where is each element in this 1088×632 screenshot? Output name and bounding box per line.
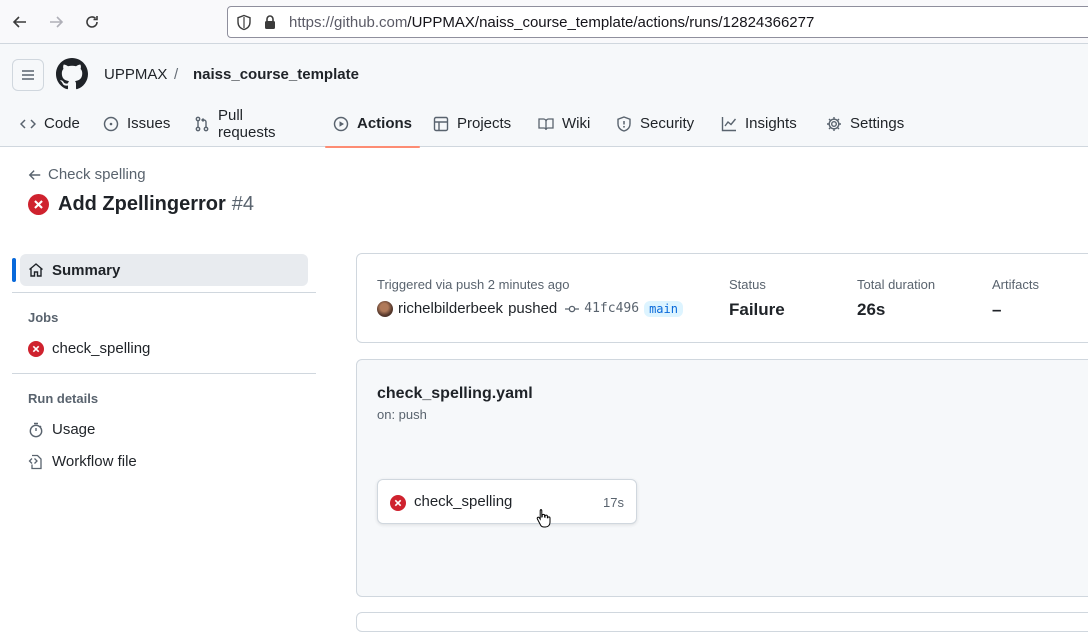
table-icon	[433, 116, 449, 132]
duration-label: Total duration	[857, 277, 936, 292]
sidebar-item-label: check_spelling	[52, 340, 151, 357]
sidebar-item-summary[interactable]: Summary	[20, 254, 308, 286]
hamburger-icon	[22, 70, 34, 80]
browser-toolbar: https://github.com/UPPMAX/naiss_course_t…	[0, 0, 1088, 44]
back-to-workflow-link[interactable]: Check spelling	[28, 166, 146, 183]
tab-label: Issues	[127, 115, 171, 132]
workflow-file-name: check_spelling.yaml	[377, 385, 533, 402]
url-text[interactable]: https://github.com/UPPMAX/naiss_course_t…	[289, 14, 814, 31]
code-icon	[20, 116, 36, 132]
repo-owner-link[interactable]: UPPMAX	[104, 66, 167, 83]
status-value: Failure	[729, 300, 785, 319]
tab-projects[interactable]: Projects	[433, 100, 511, 147]
commit-sha-link[interactable]: 41fc496	[584, 301, 639, 316]
tab-security[interactable]: Security	[616, 100, 694, 147]
sidebar-item-workflow-file[interactable]: Workflow file	[28, 453, 137, 470]
hand-cursor-icon	[536, 508, 552, 528]
tab-pull-requests[interactable]: Pull requests	[194, 100, 276, 147]
reload-icon[interactable]	[80, 10, 104, 34]
run-number: #4	[231, 193, 255, 215]
pull-request-icon	[194, 116, 210, 132]
job-node-check-spelling[interactable]: check_spelling 17s	[377, 479, 637, 524]
sidebar-divider	[12, 292, 316, 293]
tab-code[interactable]: Code	[20, 100, 80, 147]
sidebar-item-label: Summary	[52, 261, 121, 279]
artifacts-value: –	[992, 300, 1002, 319]
failure-x-circle-icon	[28, 340, 44, 357]
tab-label: Insights	[745, 115, 797, 132]
run-title-text: Add Zpellingerror	[58, 193, 226, 215]
failure-x-circle-icon	[390, 495, 406, 511]
run-details-heading: Run details	[28, 391, 99, 406]
tracking-shield-icon[interactable]	[236, 14, 252, 31]
tab-issues[interactable]: Issues	[103, 100, 170, 147]
job-name: check_spelling	[414, 493, 513, 510]
gear-icon	[826, 116, 842, 132]
tab-label: Settings	[850, 115, 905, 132]
sidebar-item-label: Usage	[52, 421, 96, 438]
tab-label: Actions	[357, 115, 413, 132]
shield-icon	[616, 115, 632, 132]
menu-button[interactable]	[12, 59, 44, 91]
back-arrow-icon[interactable]	[8, 10, 32, 34]
sidebar-item-label: Workflow file	[52, 453, 137, 470]
tab-label: Projects	[457, 115, 512, 132]
page-title: Add Zpellingerror #4	[28, 193, 254, 216]
tab-settings[interactable]: Settings	[826, 100, 904, 147]
selected-indicator	[12, 258, 16, 282]
play-icon	[333, 116, 349, 132]
actor-link[interactable]: richelbilderbeek	[398, 300, 503, 317]
issue-icon	[103, 116, 119, 132]
github-logo-icon[interactable]	[56, 58, 88, 90]
branch-badge[interactable]: main	[644, 300, 683, 317]
repo-name-link[interactable]: naiss_course_template	[193, 66, 359, 83]
workflow-trigger: on: push	[377, 407, 427, 422]
duration-value: 26s	[857, 300, 886, 319]
address-bar[interactable]: https://github.com/UPPMAX/naiss_course_t…	[227, 6, 1088, 38]
status-label: Status	[729, 277, 766, 292]
job-duration: 17s	[603, 495, 624, 510]
artifacts-label: Artifacts	[992, 277, 1039, 292]
sidebar-item-job[interactable]: check_spelling	[28, 340, 150, 357]
repo-header: UPPMAX / naiss_course_template Code Issu…	[0, 44, 1088, 148]
failure-x-circle-icon	[28, 194, 49, 215]
sidebar-divider	[12, 373, 316, 374]
graph-icon	[721, 116, 737, 132]
push-action: pushed	[508, 300, 558, 317]
arrow-left-icon	[28, 169, 41, 180]
tab-insights[interactable]: Insights	[721, 100, 797, 147]
next-card	[356, 612, 1088, 632]
file-code-icon	[28, 454, 42, 469]
tab-wiki[interactable]: Wiki	[538, 100, 590, 147]
git-commit-icon	[565, 302, 580, 316]
home-icon	[29, 263, 43, 277]
run-summary-card: Triggered via push 2 minutes ago richelb…	[356, 253, 1088, 343]
tab-label: Pull requests	[218, 106, 276, 141]
trigger-text: Triggered via push 2 minutes ago	[377, 277, 570, 292]
jobs-heading: Jobs	[28, 310, 59, 325]
tab-label: Code	[44, 115, 80, 132]
sidebar-item-usage[interactable]: Usage	[28, 421, 95, 438]
workflow-graph-card: check_spelling.yaml on: push check_spell…	[356, 359, 1088, 597]
tab-label: Security	[640, 115, 695, 132]
path-separator: /	[174, 66, 179, 83]
tab-actions[interactable]: Actions	[324, 100, 421, 148]
url-host: https://github.com	[289, 14, 408, 31]
stopwatch-icon	[29, 422, 43, 437]
back-link-label: Check spelling	[48, 166, 146, 183]
forward-arrow-icon[interactable]	[44, 10, 68, 34]
avatar[interactable]	[377, 300, 393, 317]
lock-icon[interactable]	[263, 14, 277, 30]
push-info: richelbilderbeek pushed 41fc496 main	[377, 300, 683, 317]
tab-label: Wiki	[562, 115, 591, 132]
url-path: /UPPMAX/naiss_course_template/actions/ru…	[407, 14, 815, 31]
book-icon	[538, 116, 554, 132]
